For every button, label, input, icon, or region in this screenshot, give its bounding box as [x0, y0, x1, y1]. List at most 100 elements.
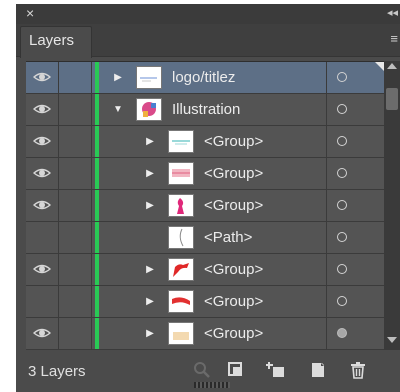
visibility-toggle[interactable] [26, 286, 59, 317]
group-thumbnail [168, 290, 194, 313]
target-circle-icon[interactable] [337, 200, 347, 210]
expand-arrow-icon[interactable]: ▶ [145, 200, 155, 211]
sublayer-row[interactable]: ▶ <Group> [26, 254, 384, 286]
layers-list: ▶ logo/titlez ▼ Illustration ▶ <Group> ▶ <Group… [26, 61, 384, 351]
expand-arrow-icon[interactable]: ▶ [145, 168, 155, 179]
tab-layers[interactable]: Layers [20, 26, 92, 58]
target-circle-icon[interactable] [337, 296, 347, 306]
delete-layer-icon[interactable] [348, 360, 368, 380]
target-cell[interactable] [326, 318, 384, 349]
layer-color-bar [95, 222, 99, 253]
sublayer-row[interactable]: ▶ <Group> [26, 190, 384, 222]
group-thumbnail [168, 322, 194, 345]
logo-thumbnail [136, 66, 162, 89]
expand-arrow-icon[interactable]: ▶ [145, 328, 155, 339]
expand-arrow-icon[interactable]: ▶ [145, 296, 155, 307]
panel-title-bar: × ◂◂ [16, 4, 400, 24]
resize-grip[interactable] [194, 382, 230, 388]
layer-row[interactable]: ▶ logo/titlez [26, 62, 384, 94]
create-sublayer-icon[interactable] [264, 360, 284, 380]
visibility-toggle[interactable] [26, 254, 59, 285]
expand-arrow-icon[interactable]: ▶ [113, 72, 123, 83]
scroll-down-arrow-icon[interactable] [387, 337, 397, 343]
layer-color-bar [95, 318, 99, 349]
target-circle-icon[interactable] [337, 232, 347, 242]
create-new-layer-icon[interactable] [308, 360, 328, 380]
layer-name[interactable]: <Group> [204, 325, 263, 342]
layer-color-bar [95, 126, 99, 157]
visibility-toggle[interactable] [26, 222, 59, 253]
visibility-toggle[interactable] [26, 190, 59, 221]
layer-name[interactable]: <Group> [204, 261, 263, 278]
target-cell[interactable] [326, 158, 384, 189]
scroll-up-arrow-icon[interactable] [387, 63, 397, 69]
target-circle-icon[interactable] [337, 104, 347, 114]
close-icon[interactable]: × [26, 5, 34, 21]
lock-toggle[interactable] [59, 254, 92, 285]
layer-color-bar [95, 94, 99, 125]
group-thumbnail [168, 130, 194, 153]
panel-menu-icon[interactable]: ≡ [390, 32, 398, 46]
layer-name[interactable]: Illustration [172, 101, 240, 118]
illustration-thumbnail [136, 98, 162, 121]
layer-count: 3 Layers [28, 363, 86, 380]
target-circle-icon[interactable] [337, 328, 347, 338]
visibility-toggle[interactable] [26, 126, 59, 157]
target-circle-icon[interactable] [337, 136, 347, 146]
layers-panel: × ◂◂ Layers ≡ ▶ logo/titlez ▼ Illustration ▶… [16, 4, 400, 392]
group-thumbnail [168, 258, 194, 281]
layer-name[interactable]: <Group> [204, 133, 263, 150]
layer-name[interactable]: logo/titlez [172, 69, 235, 86]
lock-toggle[interactable] [59, 94, 92, 125]
scrollbar[interactable] [384, 61, 400, 350]
panel-tab-row: Layers ≡ [16, 24, 400, 58]
expand-arrow-icon[interactable]: ▶ [145, 136, 155, 147]
layer-color-bar [95, 190, 99, 221]
layer-color-bar [95, 286, 99, 317]
layer-color-bar [95, 254, 99, 285]
target-cell[interactable] [326, 286, 384, 317]
group-thumbnail [168, 162, 194, 185]
lock-toggle[interactable] [59, 222, 92, 253]
lock-toggle[interactable] [59, 62, 92, 93]
path-thumbnail [168, 226, 194, 249]
layer-name[interactable]: <Group> [204, 293, 263, 310]
group-thumbnail [168, 194, 194, 217]
target-circle-icon[interactable] [337, 168, 347, 178]
target-cell[interactable] [326, 222, 384, 253]
sublayer-row[interactable]: ▶ <Group> [26, 318, 384, 350]
scroll-thumb[interactable] [386, 88, 398, 110]
layer-name[interactable]: <Group> [204, 197, 263, 214]
layer-color-bar [95, 158, 99, 189]
locate-object-icon[interactable] [192, 360, 212, 380]
sublayer-row[interactable]: ▶ <Group> [26, 126, 384, 158]
collapse-panel-icon[interactable]: ◂◂ [387, 6, 398, 20]
layer-color-bar [95, 62, 99, 93]
make-clipping-mask-icon[interactable] [226, 360, 246, 380]
collapse-arrow-icon[interactable]: ▼ [113, 104, 123, 115]
target-circle-icon[interactable] [337, 72, 347, 82]
lock-toggle[interactable] [59, 286, 92, 317]
visibility-toggle[interactable] [26, 318, 59, 349]
target-cell[interactable] [326, 94, 384, 125]
layer-name[interactable]: <Path> [204, 229, 252, 246]
layer-name[interactable]: <Group> [204, 165, 263, 182]
target-cell[interactable] [326, 126, 384, 157]
sublayer-row[interactable]: ▶ <Group> [26, 158, 384, 190]
target-cell[interactable] [326, 62, 384, 93]
current-layer-indicator-icon [375, 62, 384, 71]
layer-row[interactable]: ▼ Illustration [26, 94, 384, 126]
lock-toggle[interactable] [59, 318, 92, 349]
target-circle-icon[interactable] [337, 264, 347, 274]
target-cell[interactable] [326, 254, 384, 285]
target-cell[interactable] [326, 190, 384, 221]
sublayer-row[interactable]: ▶ <Group> [26, 286, 384, 318]
sublayer-row[interactable]: <Path> [26, 222, 384, 254]
visibility-toggle[interactable] [26, 62, 59, 93]
lock-toggle[interactable] [59, 190, 92, 221]
expand-arrow-icon[interactable]: ▶ [145, 264, 155, 275]
visibility-toggle[interactable] [26, 158, 59, 189]
visibility-toggle[interactable] [26, 94, 59, 125]
lock-toggle[interactable] [59, 158, 92, 189]
lock-toggle[interactable] [59, 126, 92, 157]
